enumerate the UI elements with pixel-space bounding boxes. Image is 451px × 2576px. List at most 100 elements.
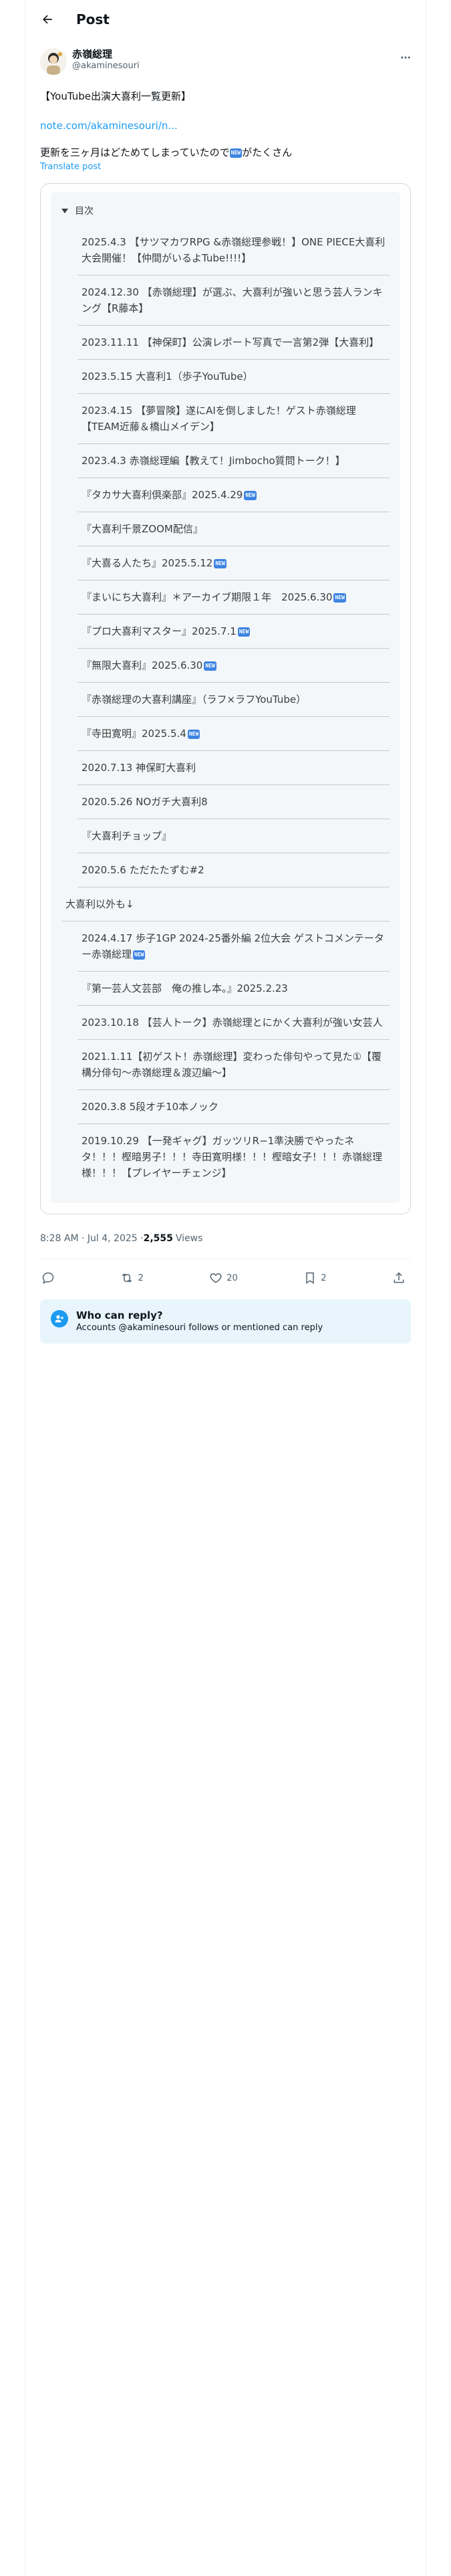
at-mention-icon <box>51 1310 68 1327</box>
toc-item-text: 2023.4.3 赤嶺総理編【教えて！Jimbocho質問トーク！】 <box>82 455 345 467</box>
views-count: 2,555 <box>143 1233 173 1244</box>
more-options-icon[interactable] <box>398 49 414 66</box>
share-button[interactable] <box>392 1271 406 1285</box>
toc-item-text: 2024.4.17 歩子1GP 2024-25番外編 2位大会 ゲストコメンテー… <box>82 932 384 960</box>
avatar[interactable] <box>40 48 67 75</box>
toc-item[interactable]: 『大喜利チョップ』 <box>78 819 390 853</box>
post-meta: 8:28 AM · Jul 4, 2025 · 2,555 Views <box>25 1214 426 1251</box>
toc-item[interactable]: 『寺田寛明』2025.5.4 NEW <box>78 717 390 751</box>
toc-item[interactable]: 2020.5.6 ただたたずむ#2 <box>78 853 390 887</box>
share-icon <box>394 1272 404 1283</box>
post-link[interactable]: note.com/akaminesouri/n... <box>40 120 178 132</box>
post-column: Post 赤嶺総理 @akaminesouri 【YouTube出演大喜利一覧更… <box>25 0 426 1344</box>
toc-item-text: 2025.4.3 【サツマカワRPG &赤嶺総理参戦！】ONE PIECE大喜利… <box>82 236 386 264</box>
toc-item[interactable]: 大喜利以外も↓ <box>61 887 390 922</box>
link-card[interactable]: 目次 2025.4.3 【サツマカワRPG &赤嶺総理参戦！】ONE PIECE… <box>40 183 411 1214</box>
post-text-before: 更新を三ヶ月はどためてしまっていたので <box>40 146 230 158</box>
toc-item[interactable]: 2023.4.3 赤嶺総理編【教えて！Jimbocho質問トーク！】 <box>78 444 390 478</box>
heart-icon <box>210 1273 222 1283</box>
reply-box-title: Who can reply? <box>76 1309 163 1321</box>
post-text-after: がたくさん <box>242 146 293 158</box>
new-badge-icon: NEW <box>187 730 200 739</box>
bookmark-icon <box>306 1272 314 1284</box>
new-badge-icon: NEW <box>204 661 216 671</box>
toc-item-text: 2020.7.13 神保町大喜利 <box>82 762 196 774</box>
reply-box-subtitle: Accounts @akaminesouri follows or mentio… <box>76 1323 323 1333</box>
toc-item-text: 『まいにち大喜利』＊アーカイブ期限１年 2025.6.30 <box>82 591 333 603</box>
toc-item-text: 2023.10.18 【芸人トーク】赤嶺総理とにかく大喜利が強い女芸人 <box>82 1016 383 1029</box>
toc-item-text: 『大喜利チョップ』 <box>82 830 172 842</box>
toc-item[interactable]: 2020.3.8 5段オチ10本ノック <box>78 1090 390 1124</box>
toc-item-text: 『寺田寛明』2025.5.4 <box>82 728 186 740</box>
author-display-name[interactable]: 赤嶺総理 <box>72 48 140 60</box>
toc-item-text: 『第一芸人文芸部 俺の推し本。』2025.2.23 <box>82 982 288 994</box>
toc-item[interactable]: 2023.10.18 【芸人トーク】赤嶺総理とにかく大喜利が強い女芸人 <box>78 1006 390 1040</box>
toc-item-text: 2019.10.29 【一発ギャグ】ガッツリR−1準決勝でやったネタ！！！樫暗男… <box>82 1135 383 1179</box>
toc-item-text: 『無限大喜利』2025.6.30 <box>82 659 203 671</box>
translate-post-link[interactable]: Translate post <box>40 160 411 174</box>
toc-item[interactable]: 2019.10.29 【一発ギャグ】ガッツリR−1準決勝でやったネタ！！！樫暗男… <box>78 1124 390 1190</box>
toc-item-text: 『タカサ大喜利倶楽部』2025.4.29 <box>82 489 243 501</box>
top-bar: Post <box>25 0 426 39</box>
toc-item-text: 2020.5.6 ただたたずむ#2 <box>82 864 204 876</box>
new-badge-icon: NEW <box>229 148 243 158</box>
toc-item[interactable]: 2020.7.13 神保町大喜利 <box>78 751 390 785</box>
toc-item[interactable]: 『まいにち大喜利』＊アーカイブ期限１年 2025.6.30 NEW <box>78 580 390 615</box>
toc-title: 目次 <box>75 206 94 217</box>
repost-button[interactable]: 2 <box>120 1271 144 1285</box>
author-row: 赤嶺総理 @akaminesouri <box>25 44 426 79</box>
toc-item[interactable]: 2023.11.11 【神保町】公演レポート写真で一言第2弾【大喜利】 <box>78 326 390 360</box>
toc-item-text: 『プロ大喜利マスター』2025.7.1 <box>82 625 237 637</box>
post-headline: 【YouTube出演大喜利一覧更新】 <box>40 90 191 102</box>
new-badge-icon: NEW <box>237 627 251 637</box>
toc-item[interactable]: 2021.1.11【初ゲスト！赤嶺総理】変わった俳句やって見た①【覆構分俳句〜赤… <box>78 1040 390 1090</box>
like-count: 20 <box>227 1273 238 1283</box>
toc-item[interactable]: 『プロ大喜利マスター』2025.7.1 NEW <box>78 615 390 649</box>
toc-header[interactable]: 目次 <box>61 204 390 225</box>
new-badge-icon: NEW <box>133 950 146 960</box>
reply-button[interactable] <box>41 1271 55 1285</box>
toc-item-text: 2023.11.11 【神保町】公演レポート写真で一言第2弾【大喜利】 <box>82 336 380 348</box>
toc-item[interactable]: 『大喜利千景ZOOM配信』 <box>78 512 390 546</box>
bookmark-count: 2 <box>321 1273 327 1283</box>
table-of-contents: 目次 2025.4.3 【サツマカワRPG &赤嶺総理参戦！】ONE PIECE… <box>51 192 400 1203</box>
page-title: Post <box>76 11 110 27</box>
reply-icon <box>42 1272 54 1284</box>
toc-item-text: 2023.5.15 大喜利1（歩子YouTube） <box>82 370 253 383</box>
toc-item-text: 『赤嶺総理の大喜利講座』（ラフ×ラフYouTube） <box>82 693 307 706</box>
toc-item-text: 2021.1.11【初ゲスト！赤嶺総理】変わった俳句やって見た①【覆構分俳句〜赤… <box>82 1051 382 1079</box>
toc-item-text: 大喜利以外も↓ <box>65 898 134 910</box>
toc-item[interactable]: 2023.5.15 大喜利1（歩子YouTube） <box>78 360 390 394</box>
toc-item[interactable]: 2023.4.15 【夢冒険】遂にAIを倒しました！ゲスト赤嶺総理【TEAM近藤… <box>78 394 390 444</box>
toc-item-text: 2020.3.8 5段オチ10本ノック <box>82 1101 218 1113</box>
toc-item[interactable]: 『第一芸人文芸部 俺の推し本。』2025.2.23 <box>78 972 390 1006</box>
repost-count: 2 <box>138 1273 144 1283</box>
action-bar: 2 20 2 <box>25 1259 426 1297</box>
like-button[interactable]: 20 <box>209 1271 238 1285</box>
toc-item[interactable]: 『赤嶺総理の大喜利講座』（ラフ×ラフYouTube） <box>78 683 390 717</box>
toc-item-text: 2024.12.30 【赤嶺総理】が選ぶ、大喜利が強いと思う芸人ランキング【R藤… <box>82 286 383 314</box>
toc-item[interactable]: 2020.5.26 NOガチ大喜利8 <box>78 785 390 819</box>
post-body: 【YouTube出演大喜利一覧更新】 note.com/akaminesouri… <box>25 79 426 174</box>
post-text-line: 更新を三ヶ月はどためてしまっていたので NEW がたくさん <box>40 146 411 159</box>
new-badge-icon: NEW <box>214 559 227 568</box>
toc-item[interactable]: 『無限大喜利』2025.6.30 NEW <box>78 649 390 683</box>
toc-item-text: 2023.4.15 【夢冒険】遂にAIを倒しました！ゲスト赤嶺総理【TEAM近藤… <box>82 405 356 433</box>
new-badge-icon: NEW <box>244 491 257 500</box>
collapse-triangle-icon[interactable] <box>61 208 68 213</box>
back-arrow-icon[interactable] <box>37 9 57 29</box>
toc-item[interactable]: 2024.12.30 【赤嶺総理】が選ぶ、大喜利が強いと思う芸人ランキング【R藤… <box>78 276 390 326</box>
toc-list: 2025.4.3 【サツマカワRPG &赤嶺総理参戦！】ONE PIECE大喜利… <box>61 225 390 1190</box>
repost-icon <box>122 1273 132 1283</box>
author-handle[interactable]: @akaminesouri <box>72 60 140 72</box>
post-timestamp[interactable]: 8:28 AM · Jul 4, 2025 · <box>40 1233 144 1244</box>
toc-item[interactable]: 『タカサ大喜利倶楽部』2025.4.29 NEW <box>78 478 390 512</box>
toc-item[interactable]: 『大喜る人たち』2025.5.12 NEW <box>78 546 390 580</box>
toc-item-text: 『大喜利千景ZOOM配信』 <box>82 523 203 535</box>
bookmark-button[interactable]: 2 <box>303 1271 327 1285</box>
toc-item[interactable]: 2025.4.3 【サツマカワRPG &赤嶺総理参戦！】ONE PIECE大喜利… <box>78 225 390 276</box>
views-label: Views <box>175 1233 203 1244</box>
toc-item[interactable]: 2024.4.17 歩子1GP 2024-25番外編 2位大会 ゲストコメンテー… <box>78 922 390 972</box>
toc-item-text: 2020.5.26 NOガチ大喜利8 <box>82 796 208 808</box>
new-badge-icon: NEW <box>333 593 346 603</box>
